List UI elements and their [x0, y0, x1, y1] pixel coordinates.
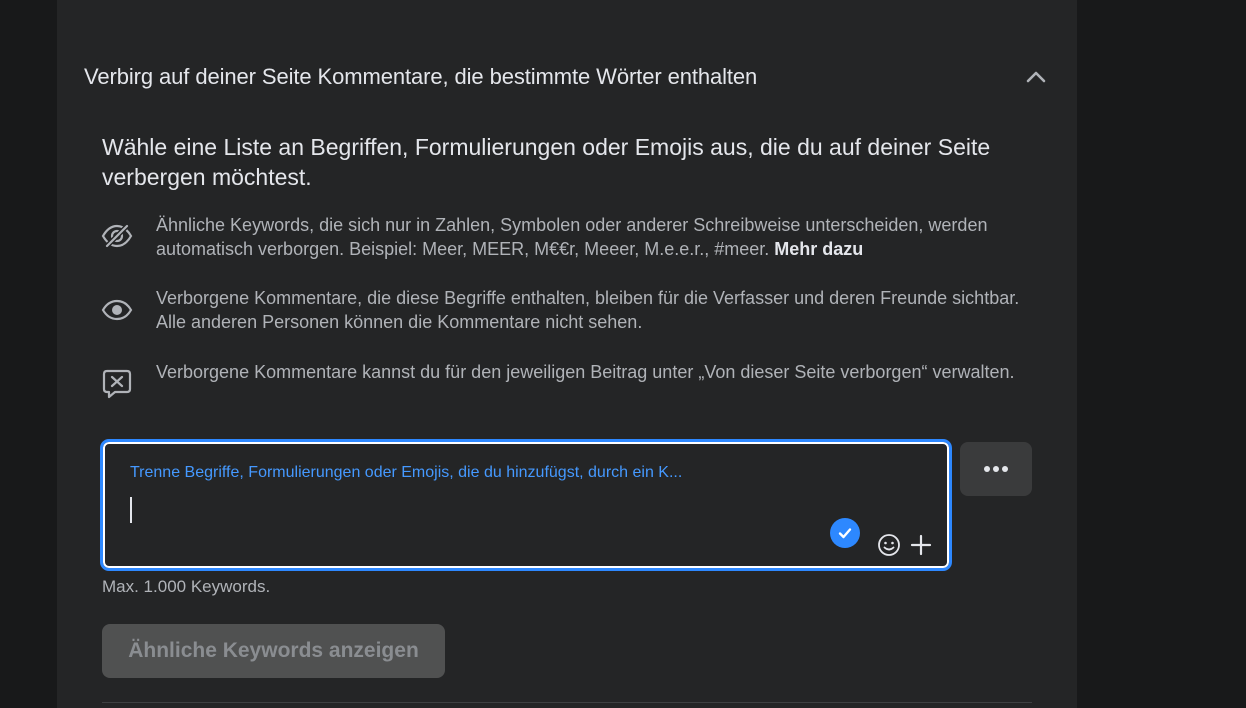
- info-row-manage: Verborgene Kommentare kannst du für den …: [100, 360, 1040, 401]
- info-text-visibility: Verborgene Kommentare, die diese Begriff…: [156, 288, 1020, 332]
- smiley-icon[interactable]: [876, 532, 902, 558]
- eye-icon: [100, 293, 134, 327]
- more-info-link[interactable]: Mehr dazu: [774, 239, 863, 259]
- keyword-input[interactable]: Trenne Begriffe, Formulierungen oder Emo…: [100, 439, 952, 571]
- info-row-visibility: Verborgene Kommentare, die diese Begriff…: [100, 286, 1040, 334]
- divider: [102, 702, 1032, 703]
- section-header[interactable]: Verbirg auf deiner Seite Kommentare, die…: [84, 58, 1050, 96]
- info-row-similar-keywords: Ähnliche Keywords, die sich nur in Zahle…: [100, 213, 1040, 261]
- keyword-input-inner[interactable]: Trenne Begriffe, Formulierungen oder Emo…: [105, 444, 947, 566]
- eye-slash-icon: [100, 219, 134, 253]
- section-title: Verbirg auf deiner Seite Kommentare, die…: [84, 64, 758, 89]
- plus-icon[interactable]: [908, 532, 934, 558]
- chevron-up-icon[interactable]: [1025, 66, 1047, 88]
- keyword-input-placeholder: Trenne Begriffe, Formulierungen oder Emo…: [130, 464, 683, 481]
- max-keywords-note: Max. 1.000 Keywords.: [102, 577, 271, 596]
- comment-x-icon: [100, 367, 134, 401]
- more-options-button[interactable]: [960, 442, 1032, 496]
- more-dots-icon: [983, 460, 1009, 478]
- info-text-similar-keywords: Ähnliche Keywords, die sich nur in Zahle…: [156, 213, 1040, 261]
- text-caret: [130, 497, 132, 523]
- intro-heading: Wähle eine Liste an Begriffen, Formulier…: [102, 134, 991, 190]
- info-text-manage: Verborgene Kommentare kannst du für den …: [156, 362, 1015, 382]
- show-similar-keywords-button[interactable]: Ähnliche Keywords anzeigen: [102, 624, 445, 678]
- settings-panel: Verbirg auf deiner Seite Kommentare, die…: [57, 0, 1077, 708]
- check-circle-icon: [830, 518, 860, 548]
